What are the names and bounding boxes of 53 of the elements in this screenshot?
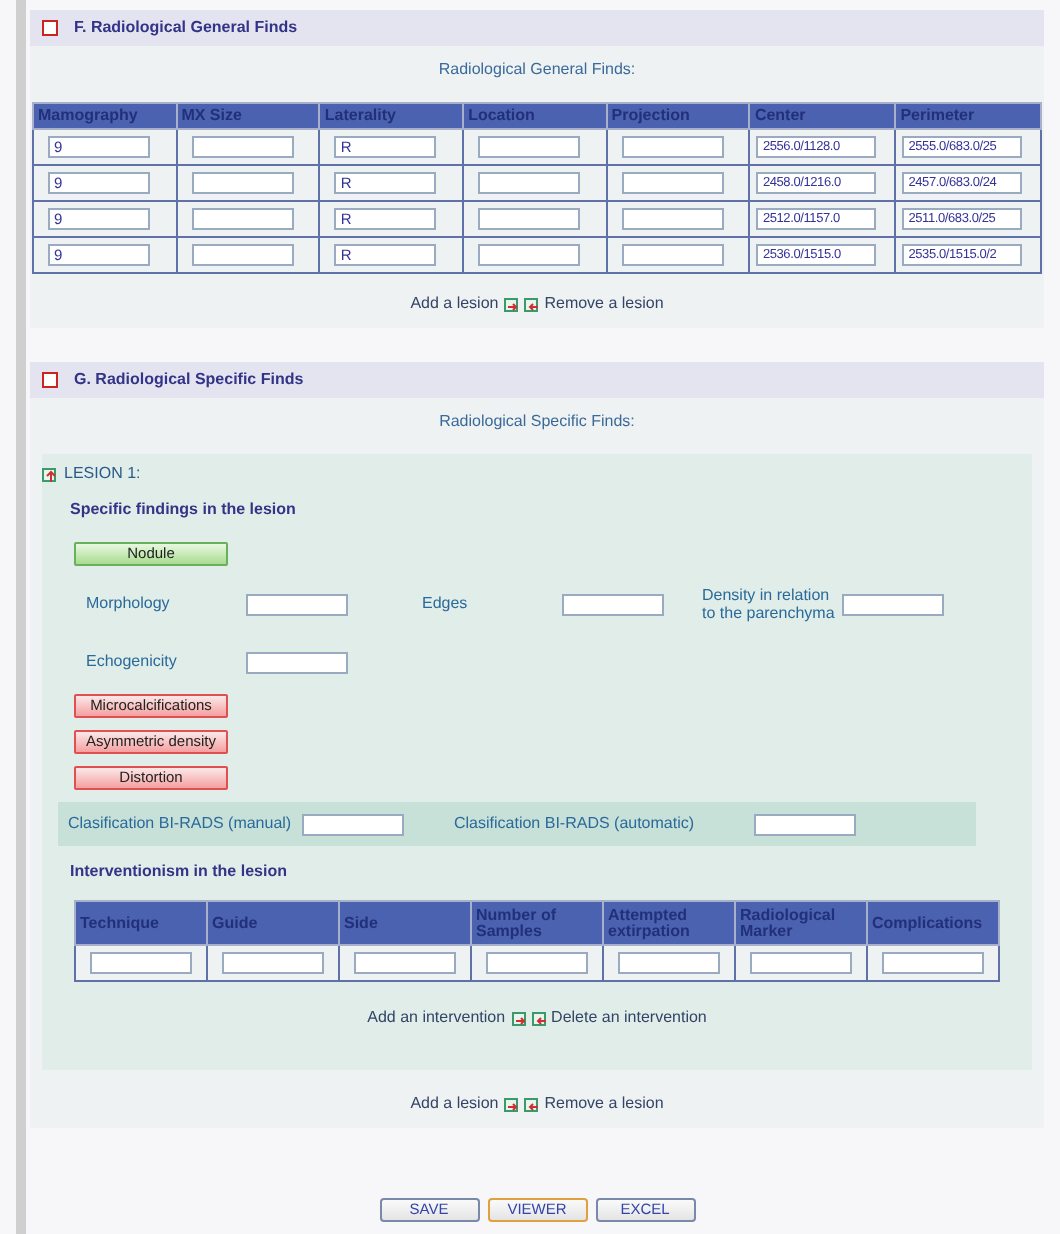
section-title: F. Radiological General Finds bbox=[74, 16, 298, 40]
input-field[interactable] bbox=[754, 813, 856, 836]
input-field[interactable] bbox=[562, 593, 664, 616]
input-field[interactable] bbox=[478, 136, 581, 158]
field-label: Clasification BI-RADS (automatic) bbox=[454, 812, 697, 837]
remove-icon[interactable] bbox=[524, 1097, 539, 1112]
input-field[interactable] bbox=[842, 593, 944, 616]
section-title: G. Radiological Specific Finds bbox=[74, 368, 304, 392]
checkbox[interactable] bbox=[42, 20, 58, 36]
field-label: Density in relation to the parenchyma bbox=[702, 586, 837, 623]
lesion-title: LESION 1: bbox=[64, 462, 141, 486]
add-link[interactable]: Add a lesion bbox=[410, 1092, 499, 1117]
add-link[interactable]: Add an intervention bbox=[367, 1006, 506, 1031]
input-field[interactable] bbox=[478, 244, 581, 266]
input-field[interactable] bbox=[191, 208, 294, 230]
section-subtitle: Radiological General Finds: bbox=[436, 58, 638, 82]
subsection-heading: Interventionism in the lesion bbox=[68, 860, 289, 885]
field-label: Morphology bbox=[86, 592, 172, 617]
field-label: Clasification BI-RADS (manual) bbox=[68, 812, 294, 837]
input-field[interactable] bbox=[191, 244, 294, 266]
input-field[interactable] bbox=[191, 136, 294, 158]
input-field[interactable] bbox=[750, 952, 852, 975]
input-field[interactable] bbox=[621, 172, 724, 194]
input-field[interactable] bbox=[302, 813, 404, 836]
remove-link[interactable]: Remove a lesion bbox=[544, 1092, 664, 1117]
input-field[interactable] bbox=[478, 172, 581, 194]
input-field[interactable] bbox=[191, 172, 294, 194]
input-field[interactable] bbox=[882, 952, 984, 975]
input-field[interactable] bbox=[621, 208, 724, 230]
collapse-icon[interactable] bbox=[42, 467, 56, 481]
subsection-heading: Specific findings in the lesion bbox=[68, 498, 298, 522]
input-field[interactable] bbox=[246, 593, 348, 616]
input-field[interactable] bbox=[621, 244, 724, 266]
add-icon[interactable] bbox=[511, 1011, 526, 1026]
add-link[interactable]: Add a lesion bbox=[410, 292, 499, 316]
input-field[interactable] bbox=[246, 651, 348, 674]
remove-icon[interactable] bbox=[531, 1011, 546, 1026]
input-field[interactable] bbox=[90, 952, 192, 975]
input-field[interactable] bbox=[354, 952, 456, 975]
field-label: Edges bbox=[422, 592, 470, 617]
input-field[interactable] bbox=[478, 208, 581, 230]
section-subtitle: Radiological Specific Finds: bbox=[437, 410, 637, 434]
checkbox[interactable] bbox=[42, 372, 58, 388]
input-field[interactable] bbox=[486, 952, 588, 975]
remove-link[interactable]: Delete an intervention bbox=[551, 1006, 707, 1031]
input-field[interactable] bbox=[618, 952, 720, 975]
add-icon[interactable] bbox=[504, 1097, 519, 1112]
add-icon[interactable] bbox=[504, 297, 519, 311]
remove-icon[interactable] bbox=[524, 297, 539, 311]
field-label: Echogenicity bbox=[86, 650, 179, 675]
remove-link[interactable]: Remove a lesion bbox=[544, 292, 664, 316]
input-field[interactable] bbox=[222, 952, 324, 975]
input-field[interactable] bbox=[621, 136, 724, 158]
